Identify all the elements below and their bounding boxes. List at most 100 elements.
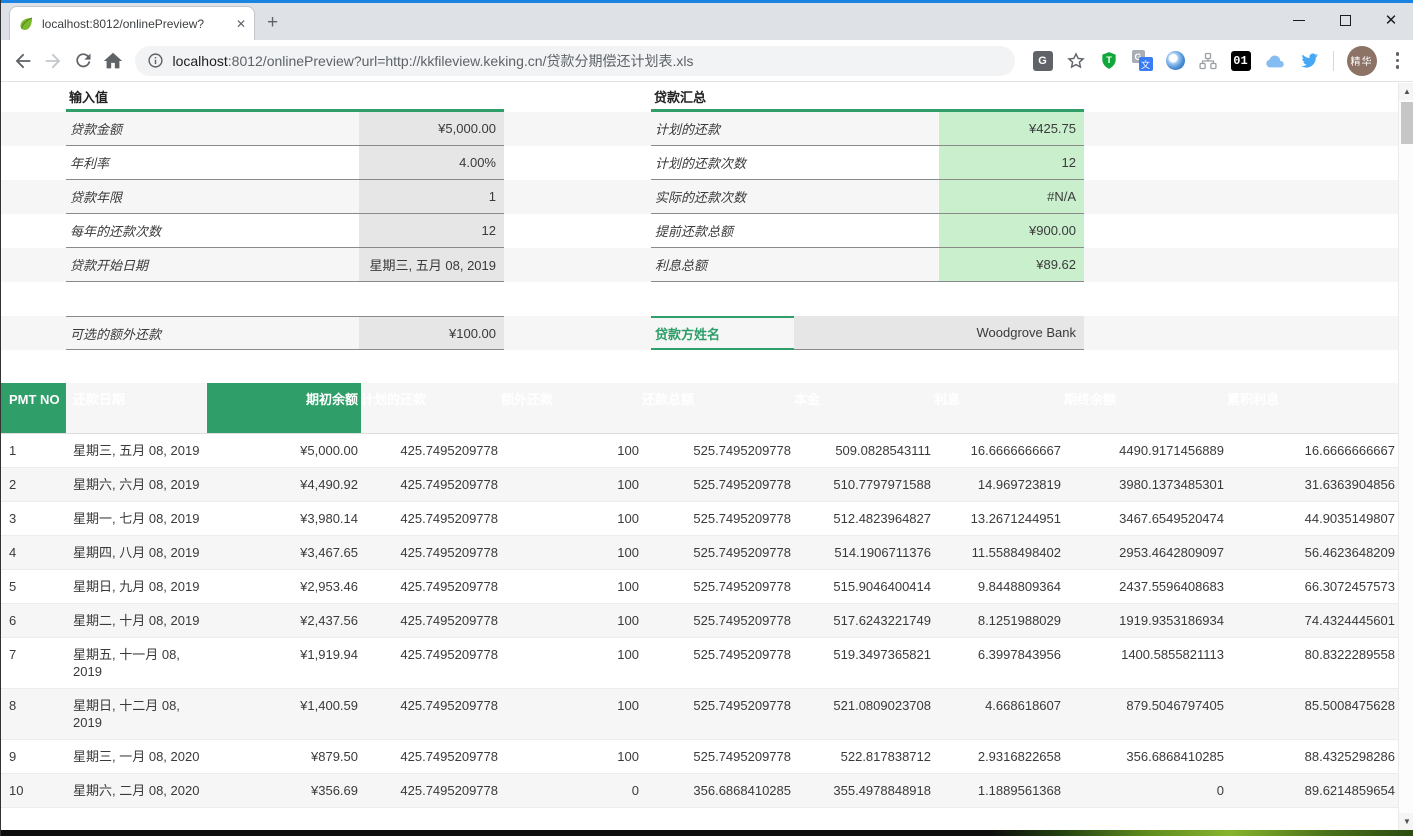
schedule-cell: 2437.5596408683 <box>1064 570 1227 603</box>
schedule-cell: 355.4978848918 <box>794 774 934 807</box>
schedule-cell: 80.8322289558 <box>1227 638 1398 688</box>
schedule-cell: 100 <box>501 740 642 773</box>
title-bar: localhost:8012/onlinePreview? ✕ + ✕ <box>1 0 1413 40</box>
profile-avatar[interactable]: 精华 <box>1347 46 1377 76</box>
schedule-cell: 525.7495209778 <box>642 604 794 637</box>
extension-badge-01[interactable]: 01 <box>1231 51 1251 71</box>
summary-table-title: 贷款汇总 <box>654 87 706 106</box>
schedule-row: 6星期二, 十月 08, 2019¥2,437.56425.7495209778… <box>1 604 1398 638</box>
input-label: 贷款金额 <box>66 112 359 146</box>
schedule-row: 10星期六, 二月 08, 2020¥356.69425.74952097780… <box>1 774 1398 808</box>
scroll-down-arrow-icon[interactable]: ▼ <box>1399 813 1413 830</box>
summary-value: #N/A <box>939 180 1084 214</box>
schedule-cell: 0 <box>501 774 642 807</box>
home-button[interactable] <box>100 45 126 77</box>
schedule-cell: 525.7495209778 <box>642 502 794 535</box>
page-info-icon[interactable] <box>147 52 164 69</box>
schedule-cell: ¥356.69 <box>207 774 361 807</box>
extensions-area: G T G 文 01 精华 <box>1033 46 1406 76</box>
schedule-cell: 星期二, 十月 08, 2019 <box>66 604 207 637</box>
browser-tab[interactable]: localhost:8012/onlinePreview? ✕ <box>9 6 255 40</box>
schedule-cell: 8 <box>1 689 66 739</box>
window-close-button[interactable]: ✕ <box>1368 3 1413 37</box>
back-button[interactable] <box>10 45 36 77</box>
schedule-cell: 星期日, 九月 08, 2019 <box>66 570 207 603</box>
new-tab-button[interactable]: + <box>267 10 278 36</box>
schedule-cell: 44.9035149807 <box>1227 502 1398 535</box>
schedule-header-cell: 期终余额 <box>1064 383 1227 433</box>
schedule-cell: ¥879.50 <box>207 740 361 773</box>
schedule-cell: 16.6666666667 <box>934 434 1064 467</box>
schedule-cell: ¥4,490.92 <box>207 468 361 501</box>
bird-icon[interactable] <box>1299 51 1320 70</box>
schedule-cell: 3467.6549520474 <box>1064 502 1227 535</box>
schedule-cell: 100 <box>501 570 642 603</box>
schedule-cell: 1400.5855821113 <box>1064 638 1227 688</box>
schedule-cell: ¥1,919.94 <box>207 638 361 688</box>
cloud-icon[interactable] <box>1264 52 1286 70</box>
input-value: 星期三, 五月 08, 2019 <box>359 248 504 282</box>
schedule-cell: 13.2671244951 <box>934 502 1064 535</box>
extension-swirl-icon[interactable] <box>1166 51 1185 70</box>
input-value: 1 <box>359 180 504 214</box>
window-maximize-button[interactable] <box>1322 3 1368 37</box>
schedule-cell: 509.0828543111 <box>794 434 934 467</box>
schedule-row: 8星期日, 十二月 08, 2019¥1,400.59425.749520977… <box>1 689 1398 740</box>
schedule-cell: 6 <box>1 604 66 637</box>
page-translate-icon[interactable]: G <box>1033 51 1053 71</box>
schedule-cell: 星期三, 一月 08, 2020 <box>66 740 207 773</box>
schedule-cell: 425.7495209778 <box>361 536 501 569</box>
schedule-cell: 1 <box>1 434 66 467</box>
google-translate-icon[interactable]: G 文 <box>1132 50 1153 71</box>
tampermonkey-shield-icon[interactable]: T <box>1099 50 1119 71</box>
schedule-cell: 1.1889561368 <box>934 774 1064 807</box>
schedule-cell: ¥3,980.14 <box>207 502 361 535</box>
scroll-up-arrow-icon[interactable]: ▲ <box>1399 83 1413 100</box>
browser-menu-button[interactable] <box>1390 52 1406 69</box>
schedule-cell: 100 <box>501 638 642 688</box>
schedule-cell: 425.7495209778 <box>361 604 501 637</box>
schedule-cell: 425.7495209778 <box>361 502 501 535</box>
schedule-cell: 525.7495209778 <box>642 570 794 603</box>
schedule-cell: 425.7495209778 <box>361 774 501 807</box>
reload-button[interactable] <box>70 45 96 77</box>
input-value: ¥5,000.00 <box>359 112 504 146</box>
schedule-cell: ¥5,000.00 <box>207 434 361 467</box>
schedule-cell: 514.1906711376 <box>794 536 934 569</box>
schedule-row: 2星期六, 六月 08, 2019¥4,490.92425.7495209778… <box>1 468 1398 502</box>
schedule-cell: 1919.9353186934 <box>1064 604 1227 637</box>
schedule-cell: 879.5046797405 <box>1064 689 1227 739</box>
input-label: 每年的还款次数 <box>66 214 359 248</box>
bookmark-star-icon[interactable] <box>1066 51 1086 71</box>
schedule-cell: 4 <box>1 536 66 569</box>
minimize-icon <box>1293 20 1305 21</box>
schedule-cell: 515.9046400414 <box>794 570 934 603</box>
window-minimize-button[interactable] <box>1276 3 1322 37</box>
schedule-cell: 100 <box>501 434 642 467</box>
schedule-cell: 星期日, 十二月 08, 2019 <box>66 689 207 739</box>
sheet-row: 贷款金额¥5,000.00计划的还款¥425.75 <box>1 112 1398 146</box>
schedule-cell: 425.7495209778 <box>361 740 501 773</box>
schedule-cell: 8.1251988029 <box>934 604 1064 637</box>
schedule-cell: 56.4623648209 <box>1227 536 1398 569</box>
address-bar[interactable]: localhost:8012/onlinePreview?url=http://… <box>135 46 1015 76</box>
schedule-cell: 525.7495209778 <box>642 536 794 569</box>
schedule-cell: 星期三, 五月 08, 2019 <box>66 434 207 467</box>
favicon-leaf-icon <box>18 16 34 32</box>
schedule-cell: 66.3072457573 <box>1227 570 1398 603</box>
input-label: 贷款年限 <box>66 180 359 214</box>
schedule-cell: 356.6868410285 <box>642 774 794 807</box>
sitemap-icon[interactable] <box>1198 51 1218 71</box>
input-value: 4.00% <box>359 146 504 180</box>
sheet-row: 可选的额外还款¥100.00贷款方姓名Woodgrove Bank <box>1 316 1398 350</box>
tab-close-icon[interactable]: ✕ <box>236 17 246 31</box>
summary-label: 提前还款总额 <box>651 214 939 248</box>
summary-value: ¥900.00 <box>939 214 1084 248</box>
url-text: localhost:8012/onlinePreview?url=http://… <box>173 51 694 71</box>
vertical-scrollbar[interactable]: ▲ ▼ <box>1398 83 1413 830</box>
scrollbar-thumb[interactable] <box>1401 102 1413 144</box>
forward-button[interactable] <box>40 45 66 77</box>
schedule-row: 9星期三, 一月 08, 2020¥879.50425.749520977810… <box>1 740 1398 774</box>
schedule-cell: 星期六, 六月 08, 2019 <box>66 468 207 501</box>
schedule-header-cell: 还款总额 <box>642 383 794 433</box>
